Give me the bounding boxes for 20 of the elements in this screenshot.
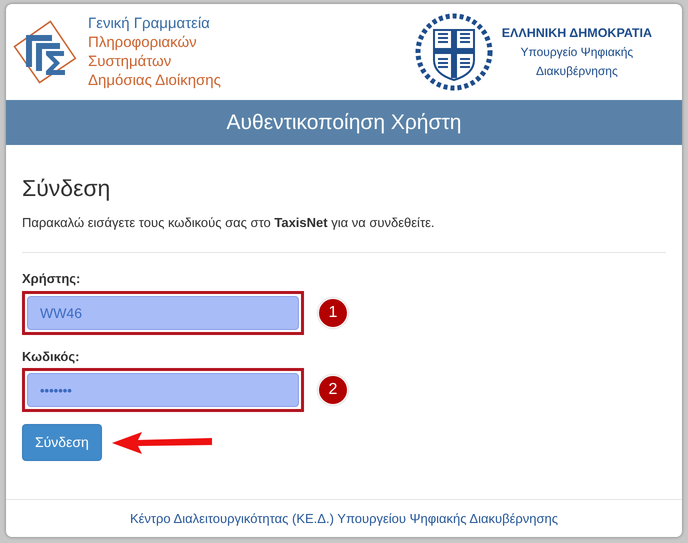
state-title: ΕΛΛΗΝΙΚΗ ΔΗΜΟΚΡΑΤΙΑ	[502, 24, 652, 42]
field-label: Χρήστης:	[22, 270, 82, 288]
ministry-text-line: Διακυβέρνησης	[534, 62, 619, 80]
logo-text-line: Πληροφοριακών	[88, 33, 198, 52]
page-banner: Αυθεντικοποίηση Χρήστη	[6, 100, 682, 145]
logo-text-line: Συστημάτων	[88, 52, 172, 71]
login-heading: Σύνδεση	[22, 175, 112, 203]
logo-text-line: Δημόσιας Διοίκησης	[88, 71, 221, 90]
step-number: 1	[318, 298, 348, 328]
ministry-text-line: Υπουργείο Ψηφιακής	[519, 44, 634, 60]
coat-of-arms-icon	[414, 12, 494, 92]
login-button[interactable]: Σύνδεση	[22, 424, 102, 462]
username-field[interactable]: WW46	[27, 296, 299, 330]
footer-link[interactable]: Κέντρο Διαλειτουργικότητας (ΚΕ.Δ.) Υπουργείου Ψηφιακής Διακυβέρνησης	[130, 508, 558, 528]
step-number: 2	[318, 375, 348, 406]
field-label: Κωδικός:	[22, 348, 80, 366]
password-field[interactable]: •••••••	[27, 373, 299, 408]
intro-text: Παρακαλώ εισάγετε τους κωδικούς σας στο TaxisNet για να συνδεθείτε.	[22, 214, 436, 232]
logo-text-line: Γενική Γραμματεία	[88, 14, 211, 33]
logo-icon	[12, 19, 78, 85]
